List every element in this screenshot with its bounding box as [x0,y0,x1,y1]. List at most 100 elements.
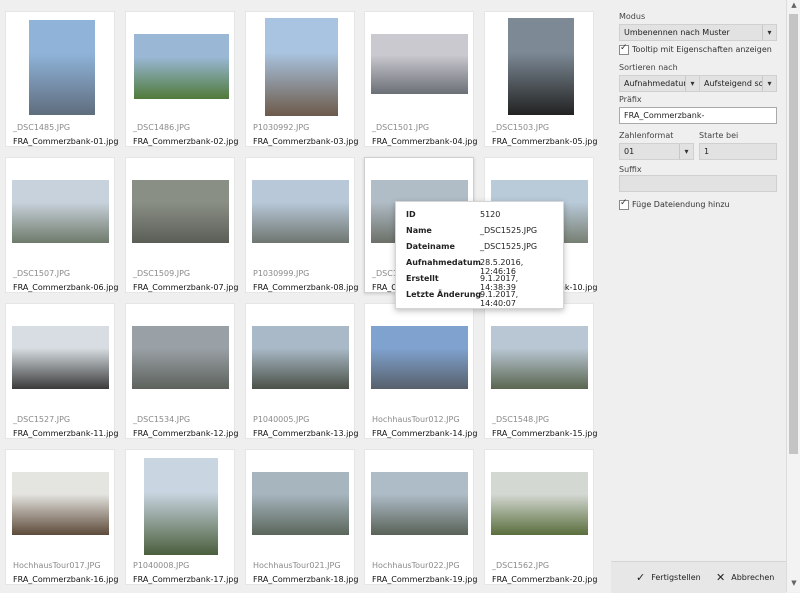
start-input[interactable]: 1 [699,143,777,160]
original-filename: P1040005.JPG [253,415,310,424]
suffix-input[interactable] [619,175,777,192]
prefix-input[interactable]: FRA_Commerzbank- [619,107,777,124]
new-filename: FRA_Commerzbank-16.jpg [13,575,119,584]
original-filename: HochhausTour017.JPG [13,561,101,570]
sort-field-value: Aufnahmedatum [624,79,692,88]
tooltip-key: Name [406,226,432,235]
tooltip-key: Erstellt [406,274,439,283]
photo-thumbnail [252,180,349,243]
chevron-down-icon: ▾ [685,76,699,91]
original-filename: _DSC1534.JPG [133,415,191,424]
original-filename: _DSC1509.JPG [133,269,191,278]
start-label: Starte bei [699,131,739,140]
extension-checkbox-label: Füge Dateiendung hinzu [632,200,730,209]
new-filename: FRA_Commerzbank-19.jpg [372,575,478,584]
suffix-label: Suffix [619,165,642,174]
tooltip-row: Letzte Änderung 9.1.2017, 14:40:07 [406,290,556,308]
photo-card[interactable]: _DSC1527.JPG FRA_Commerzbank-11.jpg [5,303,119,439]
photo-card[interactable]: P1040005.JPG FRA_Commerzbank-13.jpg [245,303,358,439]
extension-checkbox[interactable]: ✓ [619,198,629,210]
new-filename: FRA_Commerzbank-04.jpg [372,137,478,146]
check-icon: ✓ [620,43,628,53]
numformat-value: 01 [624,147,635,156]
photo-thumbnail [491,472,588,535]
photo-thumbnail [12,180,109,243]
vertical-scrollbar[interactable]: ▲ ▼ [786,0,800,592]
photo-thumbnail [132,180,229,243]
sort-order-select[interactable]: Aufsteigend sortieren ▾ [699,75,777,92]
photo-card[interactable]: _DSC1503.JPG FRA_Commerzbank-05.jpg [484,11,598,147]
photo-thumbnail [132,326,229,389]
original-filename: HochhausTour021.JPG [253,561,341,570]
photo-thumbnail [371,472,468,535]
photo-card[interactable]: P1030999.JPG FRA_Commerzbank-08.jpg [245,157,359,293]
photo-card[interactable]: P1030992.JPG FRA_Commerzbank-03.jpg [245,11,359,147]
tooltip-key: Dateiname [406,242,455,251]
photo-thumbnail [508,18,574,115]
new-filename: FRA_Commerzbank-14.jpg [372,429,478,438]
new-filename: FRA_Commerzbank-01.jpg [13,137,119,146]
chevron-down-icon: ▾ [762,76,776,91]
original-filename: _DSC1501.JPG [372,123,430,132]
modus-label: Modus [619,12,646,21]
photo-thumbnail [265,18,338,116]
new-filename: FRA_Commerzbank-07.jpg [133,283,239,292]
sort-field-select[interactable]: Aufnahmedatum ▾ [619,75,700,92]
original-filename: P1030992.JPG [253,123,310,132]
modus-select[interactable]: Umbenennen nach Muster ▾ [619,24,777,41]
photo-thumbnail [371,34,468,94]
photo-card[interactable]: _DSC1548.JPG FRA_Commerzbank-15.jpg [484,303,598,439]
photo-card[interactable]: _DSC1509.JPG FRA_Commerzbank-07.jpg [125,157,239,293]
new-filename: FRA_Commerzbank-05.jpg [492,137,598,146]
tooltip-checkbox[interactable]: ✓ [619,43,629,55]
tooltip-key: Letzte Änderung [406,290,482,299]
new-filename: FRA_Commerzbank-03.jpg [253,137,359,146]
photo-thumbnail [12,472,109,535]
photo-card[interactable]: _DSC1486.JPG FRA_Commerzbank-02.jpg [125,11,238,147]
tooltip-value: _DSC1525.JPG [480,226,538,235]
tooltip-value: 5120 [480,210,501,219]
photo-thumbnail [491,326,588,389]
photo-thumbnail [134,34,229,99]
photo-card[interactable]: _DSC1501.JPG FRA_Commerzbank-04.jpg [364,11,478,147]
new-filename: FRA_Commerzbank-11.jpg [13,429,119,438]
new-filename: FRA_Commerzbank-20.jpg [492,575,598,584]
photo-thumbnail [29,20,95,115]
tooltip-row: ID 5120 [406,210,556,224]
new-filename: FRA_Commerzbank-15.jpg [492,429,598,438]
photo-card[interactable]: HochhausTour017.JPG FRA_Commerzbank-16.jp… [5,449,119,585]
photo-card[interactable]: HochhausTour021.JPG FRA_Commerzbank-18.jp… [245,449,359,585]
check-icon: ✓ [636,571,646,584]
tooltip-row: Name _DSC1525.JPG [406,226,556,240]
new-filename: FRA_Commerzbank-18.jpg [253,575,359,584]
photo-card[interactable]: HochhausTour022.JPG FRA_Commerzbank-19.jp… [364,449,478,585]
chevron-down-icon: ▾ [762,25,776,40]
new-filename: FRA_Commerzbank-08.jpg [253,283,359,292]
original-filename: _DSC1548.JPG [492,415,550,424]
tooltip-key: ID [406,210,416,219]
photo-card[interactable]: HochhausTour012.JPG FRA_Commerzbank-14.jp… [364,303,478,439]
scroll-down-icon[interactable]: ▼ [787,579,800,591]
cancel-button-label: Abbrechen [731,573,775,582]
original-filename: P1030999.JPG [253,269,310,278]
photo-card[interactable]: _DSC1507.JPG FRA_Commerzbank-06.jpg [5,157,118,293]
check-icon: ✓ [620,198,628,208]
photo-thumbnail [12,326,109,389]
original-filename: _DSC1486.JPG [133,123,191,132]
scroll-up-icon[interactable]: ▲ [787,1,800,13]
original-filename: _DSC1527.JPG [13,415,71,424]
cancel-button[interactable]: ✕ Abbrechen [716,570,775,584]
close-icon: ✕ [716,571,726,584]
photo-card[interactable]: P1040008.JPG FRA_Commerzbank-17.jpg [125,449,238,585]
new-filename: FRA_Commerzbank-12.jpg [133,429,239,438]
scrollbar-thumb[interactable] [789,14,798,454]
numformat-select[interactable]: 01 ▾ [619,143,694,160]
properties-tooltip: ID 5120 Name _DSC1525.JPG Dateiname _DSC1525.… [395,201,564,309]
photo-card[interactable]: _DSC1485.JPG FRA_Commerzbank-01.jpg [5,11,119,147]
chevron-down-icon: ▾ [679,144,693,159]
photo-card[interactable]: _DSC1534.JPG FRA_Commerzbank-12.jpg [125,303,239,439]
numformat-label: Zahlenformat [619,131,674,140]
finish-button[interactable]: ✓ Fertigstellen [636,570,701,584]
photo-card[interactable]: _DSC1562.JPG FRA_Commerzbank-20.jpg [484,449,598,585]
original-filename: P1040008.JPG [133,561,190,570]
